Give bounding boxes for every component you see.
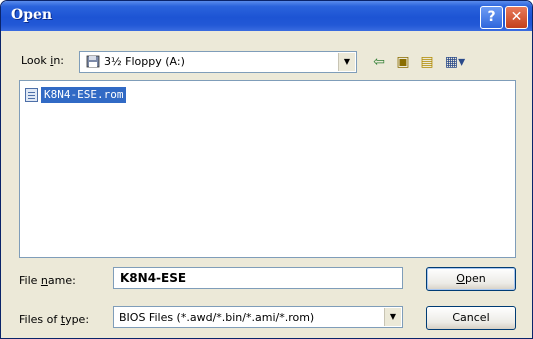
help-button[interactable]: ? <box>480 6 503 29</box>
file-type-value: BIOS Files (*.awd/*.bin/*.ami/*.rom) <box>119 311 315 324</box>
new-folder-icon[interactable]: ▤ <box>417 53 437 71</box>
window-title: Open <box>11 7 53 23</box>
floppy-icon <box>86 55 100 68</box>
open-button[interactable]: Open <box>426 267 516 291</box>
dropdown-arrow-icon[interactable]: ▼ <box>384 308 401 326</box>
open-dialog: Open ? ✕ Look in: 3½ Floppy (A:) ▼ ⇦ ▣ ▤… <box>0 0 533 339</box>
up-folder-icon[interactable]: ▣ <box>393 53 413 71</box>
help-icon: ? <box>487 9 496 25</box>
file-type-select[interactable]: BIOS Files (*.awd/*.bin/*.ami/*.rom) ▼ <box>113 306 403 328</box>
file-name-label: File name: <box>19 274 76 287</box>
dropdown-arrow-icon[interactable]: ▼ <box>338 53 355 71</box>
file-name: K8N4-ESE.rom <box>41 87 127 103</box>
file-icon <box>25 88 38 102</box>
look-in-value: 3½ Floppy (A:) <box>104 55 185 68</box>
views-icon[interactable]: ▦▾ <box>441 53 469 71</box>
back-icon[interactable]: ⇦ <box>369 53 389 71</box>
file-list[interactable]: K8N4-ESE.rom <box>19 80 516 258</box>
file-type-label: Files of type: <box>19 313 90 326</box>
title-bar[interactable]: Open ? ✕ <box>1 1 532 31</box>
close-button[interactable]: ✕ <box>505 6 528 29</box>
file-name-input[interactable]: K8N4-ESE <box>113 267 403 289</box>
close-icon: ✕ <box>510 9 523 25</box>
look-in-label: Look in: <box>21 54 65 67</box>
look-in-combo[interactable]: 3½ Floppy (A:) ▼ <box>79 51 357 73</box>
cancel-button[interactable]: Cancel <box>426 306 516 330</box>
